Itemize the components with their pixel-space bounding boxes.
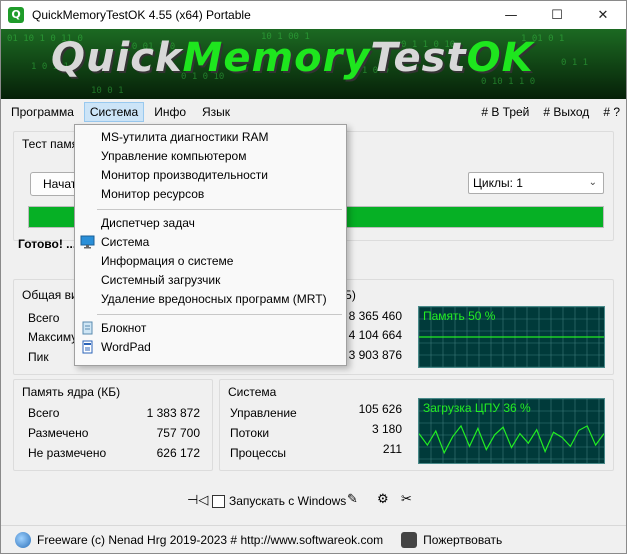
svg-text:10 0 1: 10 0 1 <box>91 86 124 96</box>
overall-row-label: Пик <box>28 350 49 364</box>
edit-icon[interactable]: ✎ <box>347 492 358 507</box>
menu-item-task-manager[interactable]: Диспетчер задач <box>75 214 346 233</box>
memory-graph-label: Память 50 % <box>423 309 496 323</box>
memory-graph: Память 50 % <box>418 306 605 368</box>
status-text: Готово! ... <box>18 237 77 251</box>
menu-system[interactable]: Система <box>83 102 145 122</box>
banner: 01 10 1 0 11 0 1 0 01 1 0 10 1 00 1 0 1 … <box>1 29 626 99</box>
wordpad-icon <box>82 340 93 354</box>
overall-row-label: Всего <box>28 311 60 325</box>
minimize-button[interactable]: — <box>488 1 534 29</box>
menu-separator <box>97 209 342 210</box>
menu-program[interactable]: Программа <box>5 102 80 122</box>
menu-bar: Программа Система Инфо Язык # В Трей # В… <box>1 101 626 123</box>
maximize-button[interactable]: ☐ <box>534 1 580 29</box>
autostart-label[interactable]: Запускать с Windows <box>229 494 346 508</box>
menu-exit[interactable]: # Выход <box>543 105 589 119</box>
memory-test-group-title: Тест памя <box>22 137 79 151</box>
banner-title: QuickMemoryTestOK <box>51 35 534 81</box>
menu-info[interactable]: Инфо <box>148 102 192 122</box>
system-row-value: 3 180 <box>371 422 402 436</box>
system-menu-dropdown: MS-утилита диагностики RAM Управление ко… <box>74 124 347 366</box>
cpu-graph: Загрузка ЦПУ 36 % <box>418 398 605 464</box>
app-window: Q QuickMemoryTestOK 4.55 (x64) Portable … <box>0 0 627 554</box>
window-title: QuickMemoryTestOK 4.55 (x64) Portable <box>32 8 251 22</box>
coffee-icon[interactable] <box>401 531 418 548</box>
system-row-label: Управление <box>230 406 297 420</box>
title-bar: Q QuickMemoryTestOK 4.55 (x64) Portable … <box>1 1 626 29</box>
donate-link[interactable]: Пожертвовать <box>423 533 502 547</box>
app-icon: Q <box>8 7 24 23</box>
system-row-label: Потоки <box>230 426 270 440</box>
kernel-row-value: 757 700 <box>156 426 200 440</box>
pin-icon[interactable]: ⊣◁ <box>187 493 208 508</box>
cpu-graph-label: Загрузка ЦПУ 36 % <box>423 401 531 415</box>
menu-item-ram-diagnostics[interactable]: MS-утилита диагностики RAM <box>75 128 346 147</box>
close-button[interactable]: ✕ <box>580 1 626 29</box>
kernel-row-value: 626 172 <box>156 446 200 460</box>
system-row-value: 105 626 <box>358 402 402 416</box>
footer-text[interactable]: Freeware (c) Nenad Hrg 2019-2023 # http:… <box>37 533 383 547</box>
overall-memory-title: Общая ви <box>22 288 78 302</box>
kernel-row-label: Всего <box>28 406 60 420</box>
menu-item-resource-monitor[interactable]: Монитор ресурсов <box>75 185 346 204</box>
system-row-value: 211 <box>382 442 402 456</box>
monitor-icon <box>80 235 95 249</box>
menu-to-tray[interactable]: # В Трей <box>481 105 529 119</box>
footer-bar: Freeware (c) Nenad Hrg 2019-2023 # http:… <box>1 525 626 553</box>
notepad-icon <box>82 321 93 335</box>
menu-item-computer-management[interactable]: Управление компьютером <box>75 147 346 166</box>
tools-icon[interactable]: ✂ <box>401 492 412 507</box>
menu-help[interactable]: # ? <box>603 105 620 119</box>
menu-language[interactable]: Язык <box>196 102 236 122</box>
menu-item-system-info[interactable]: Информация о системе <box>75 252 346 271</box>
menu-separator <box>97 314 342 315</box>
kernel-memory-group: Память ядра (КБ) Всего Размечено Не разм… <box>13 379 213 471</box>
kernel-row-label: Размечено <box>28 426 89 440</box>
menu-item-boot-config[interactable]: Системный загрузчик <box>75 271 346 290</box>
cycles-value: Циклы: 1 <box>473 176 523 190</box>
autostart-checkbox[interactable] <box>212 495 225 508</box>
kernel-row-value: 1 383 872 <box>146 406 200 420</box>
settings-icon[interactable]: ⚙ <box>377 492 389 507</box>
kernel-row-label: Не размечено <box>28 446 107 460</box>
menu-item-wordpad[interactable]: WordPad <box>75 338 346 357</box>
menu-item-system[interactable]: Система <box>75 233 346 252</box>
cycles-select[interactable]: Циклы: 1 ⌄ <box>468 172 604 194</box>
globe-icon[interactable] <box>15 531 31 548</box>
menu-item-mrt[interactable]: Удаление вредоносных программ (MRT) <box>75 290 346 309</box>
kernel-memory-title: Память ядра (КБ) <box>22 385 121 399</box>
chevron-down-icon: ⌄ <box>588 177 597 188</box>
window-controls: — ☐ ✕ <box>488 1 626 29</box>
system-row-label: Процессы <box>230 446 287 460</box>
menu-item-performance-monitor[interactable]: Монитор производительности <box>75 166 346 185</box>
system-group: Система Управление Потоки Процессы 105 6… <box>219 379 614 471</box>
menu-item-notepad[interactable]: Блокнот <box>75 319 346 338</box>
system-group-title: Система <box>228 385 277 399</box>
svg-text:0 1 1: 0 1 1 <box>561 58 588 68</box>
